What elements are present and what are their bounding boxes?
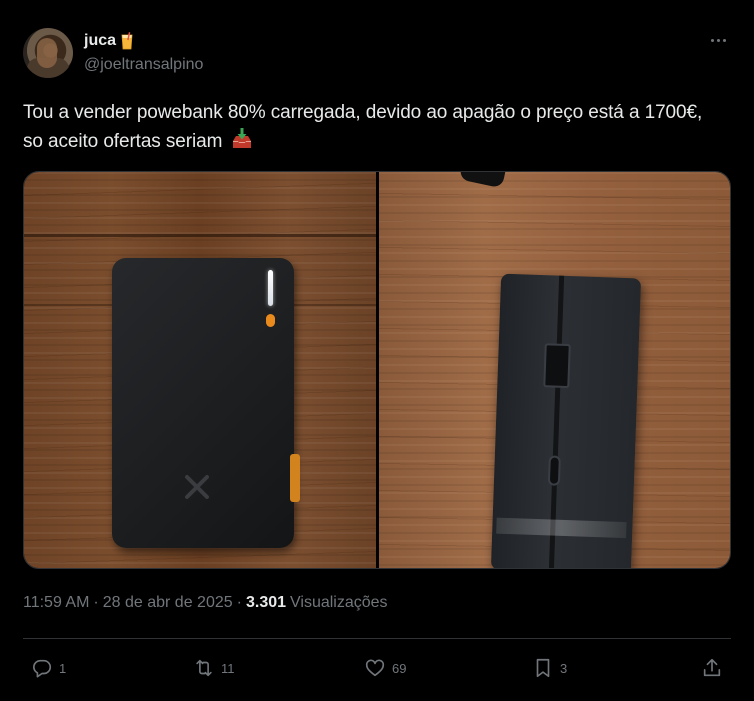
meta-separator: · (93, 594, 99, 611)
author-name-row[interactable]: juca (84, 31, 134, 51)
tweet-text: Tou a vender powebank 80% carregada, dev… (23, 98, 723, 156)
tweet-date[interactable]: 28 de abr de 2025 (103, 594, 233, 612)
reply-count: 1 (59, 660, 67, 676)
powerbank-front (112, 258, 300, 548)
usb-a-port (543, 343, 571, 389)
retweet-button[interactable]: 11 (193, 656, 235, 680)
retweet-count: 11 (221, 660, 235, 676)
beverage-glass-icon (121, 32, 133, 50)
tweet-time[interactable]: 11:59 AM (23, 594, 89, 612)
reply-button[interactable]: 1 (31, 656, 66, 680)
media-grid (23, 171, 731, 569)
retweet-icon (196, 659, 212, 677)
tweet-text-content: Tou a vender powebank 80% carregada, dev… (23, 102, 703, 152)
views-count: 3.301 (245, 594, 287, 611)
reply-icon (32, 659, 52, 678)
powerbank-side-photo[interactable] (379, 172, 730, 568)
powerbank-front-photo[interactable] (24, 172, 376, 568)
like-button[interactable]: 69 (364, 656, 406, 680)
tweet-detail: juca @joeltransalpino Tou a vender poweb… (0, 0, 754, 701)
author-handle[interactable]: @joeltransalpino (84, 56, 203, 74)
inbox-tray-icon (232, 128, 251, 148)
bookmark-count: 3 (560, 660, 568, 676)
like-count: 69 (392, 660, 407, 676)
bookmark-button[interactable]: 3 (532, 656, 567, 680)
dot-icon (710, 38, 714, 42)
heart-icon (365, 659, 385, 677)
dot-icon (722, 38, 726, 42)
views-label: Visualizações (290, 594, 388, 611)
dot-icon (716, 38, 720, 42)
share-button[interactable] (701, 656, 723, 680)
display-name[interactable]: juca (84, 32, 116, 50)
usb-c-port (547, 455, 561, 486)
meta-separator: · (236, 594, 242, 611)
avatar[interactable] (23, 28, 73, 78)
powerbank-side (490, 273, 642, 568)
tweet-meta: 11:59 AM · 28 de abr de 2025 · 3.301 Vis… (23, 594, 388, 612)
share-icon (703, 658, 721, 677)
x-logo-mark (185, 475, 209, 499)
more-options-button[interactable] (706, 30, 730, 50)
bookmark-icon (536, 658, 550, 678)
divider (23, 638, 731, 639)
